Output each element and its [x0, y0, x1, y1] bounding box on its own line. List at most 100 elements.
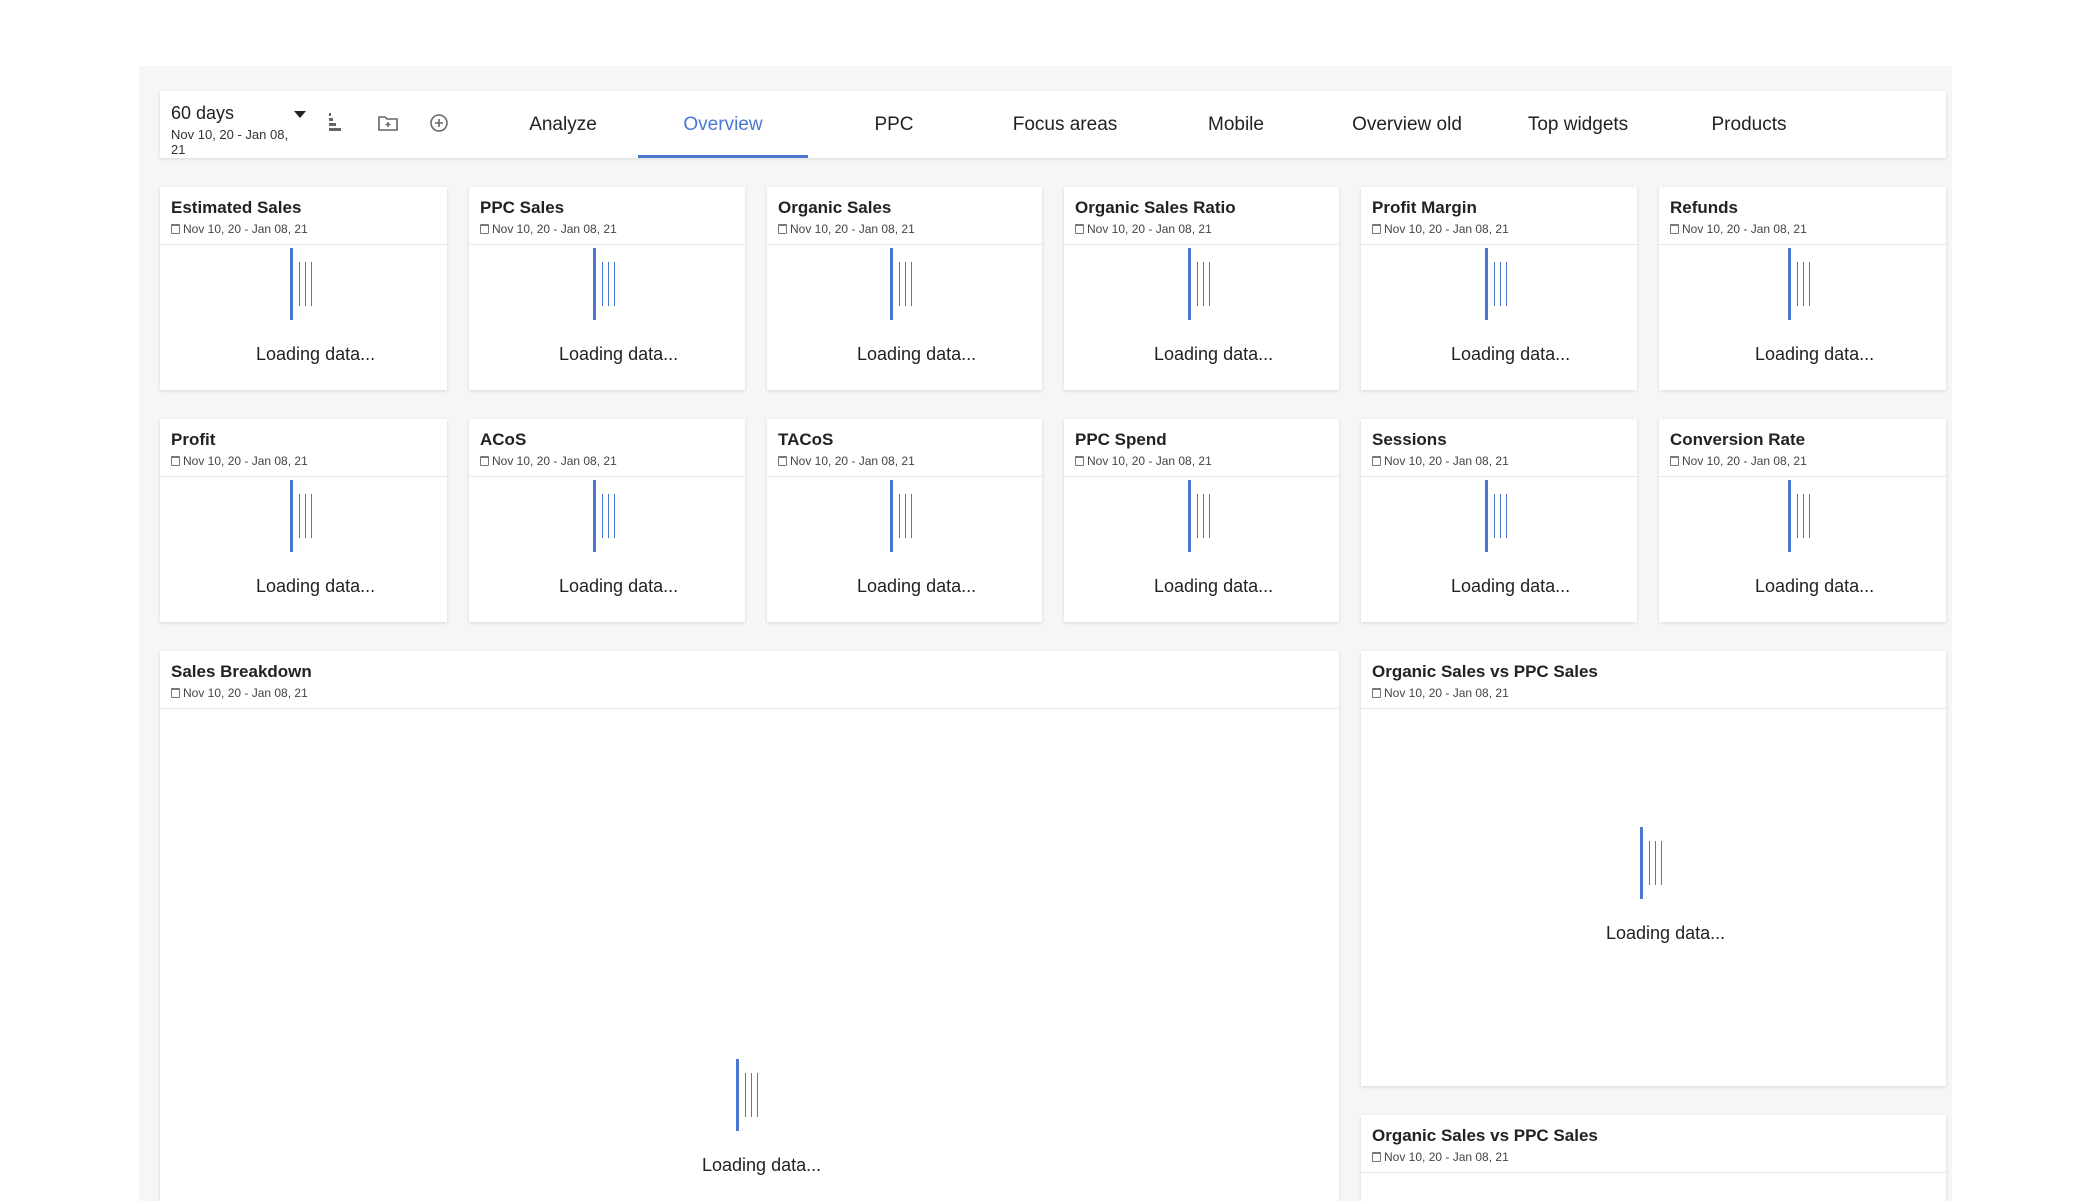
- calendar-icon: [480, 224, 489, 234]
- calendar-icon: [1372, 1152, 1381, 1162]
- widget-ppc-spend[interactable]: PPC Spend Nov 10, 20 - Jan 08, 21 Loadin…: [1064, 419, 1339, 622]
- widget-header: Sales Breakdown Nov 10, 20 - Jan 08, 21: [160, 651, 1339, 709]
- tab-top-widgets[interactable]: Top widgets: [1493, 91, 1663, 158]
- widget-refunds[interactable]: Refunds Nov 10, 20 - Jan 08, 21 Loading …: [1659, 187, 1946, 390]
- widget-estimated-sales[interactable]: Estimated Sales Nov 10, 20 - Jan 08, 21 …: [160, 187, 447, 390]
- loading-spinner-icon: [1788, 248, 1818, 320]
- widget-sales-breakdown[interactable]: Sales Breakdown Nov 10, 20 - Jan 08, 21 …: [160, 651, 1339, 1201]
- tab-analyze[interactable]: Analyze: [478, 91, 648, 158]
- calendar-icon: [778, 224, 787, 234]
- widget-title: TACoS: [778, 430, 834, 449]
- loading-text: Loading data...: [1154, 576, 1274, 596]
- widget-header: Organic Sales vs PPC Sales Nov 10, 20 - …: [1361, 651, 1946, 709]
- widget-date: Nov 10, 20 - Jan 08, 21: [1075, 222, 1212, 236]
- widget-title: Estimated Sales: [171, 198, 302, 217]
- loading-text: Loading data...: [1755, 576, 1875, 596]
- calendar-icon: [1670, 224, 1679, 234]
- loading-spinner-icon: [290, 248, 320, 320]
- loading-spinner-icon: [1485, 480, 1515, 552]
- calendar-icon: [1372, 224, 1381, 234]
- widget-date-text: Nov 10, 20 - Jan 08, 21: [183, 222, 308, 236]
- tab-mobile[interactable]: Mobile: [1151, 91, 1321, 158]
- widget-tacos[interactable]: TACoS Nov 10, 20 - Jan 08, 21 Loading da…: [767, 419, 1042, 622]
- tab-focus-areas[interactable]: Focus areas: [980, 91, 1150, 158]
- widget-date-text: Nov 10, 20 - Jan 08, 21: [183, 454, 308, 468]
- calendar-icon: [778, 456, 787, 466]
- dashboard-toolbar: 60 days Nov 10, 20 - Jan 08, 21 Analyze …: [160, 91, 1946, 158]
- add-folder-icon[interactable]: [376, 111, 400, 135]
- loading-spinner-icon: [736, 1059, 766, 1131]
- widget-profit-margin[interactable]: Profit Margin Nov 10, 20 - Jan 08, 21 Lo…: [1361, 187, 1637, 390]
- add-circle-icon[interactable]: [427, 111, 451, 135]
- widget-date: Nov 10, 20 - Jan 08, 21: [480, 222, 617, 236]
- widget-ppc-sales[interactable]: PPC Sales Nov 10, 20 - Jan 08, 21 Loadin…: [469, 187, 745, 390]
- widget-organic-vs-ppc-sales-2[interactable]: Organic Sales vs PPC Sales Nov 10, 20 - …: [1361, 1115, 1946, 1201]
- widget-conversion-rate[interactable]: Conversion Rate Nov 10, 20 - Jan 08, 21 …: [1659, 419, 1946, 622]
- widget-date-text: Nov 10, 20 - Jan 08, 21: [1384, 1150, 1509, 1164]
- widget-date-text: Nov 10, 20 - Jan 08, 21: [790, 454, 915, 468]
- widget-profit[interactable]: Profit Nov 10, 20 - Jan 08, 21 Loading d…: [160, 419, 447, 622]
- widget-title: Profit: [171, 430, 216, 449]
- widget-title: ACoS: [480, 430, 527, 449]
- widget-header: Estimated Sales Nov 10, 20 - Jan 08, 21: [160, 187, 447, 245]
- tab-overview[interactable]: Overview: [638, 91, 808, 158]
- chevron-down-icon[interactable]: [294, 111, 306, 118]
- calendar-icon: [480, 456, 489, 466]
- loading-text: Loading data...: [256, 576, 376, 596]
- loading-spinner-icon: [290, 480, 320, 552]
- period-range: Nov 10, 20 - Jan 08, 21: [171, 127, 289, 157]
- widget-date: Nov 10, 20 - Jan 08, 21: [1372, 686, 1509, 700]
- widget-sessions[interactable]: Sessions Nov 10, 20 - Jan 08, 21 Loading…: [1361, 419, 1637, 622]
- widget-date-text: Nov 10, 20 - Jan 08, 21: [1087, 222, 1212, 236]
- widget-header: Profit Nov 10, 20 - Jan 08, 21: [160, 419, 447, 477]
- widget-organic-sales-ratio[interactable]: Organic Sales Ratio Nov 10, 20 - Jan 08,…: [1064, 187, 1339, 390]
- widget-header: ACoS Nov 10, 20 - Jan 08, 21: [469, 419, 745, 477]
- widget-date-text: Nov 10, 20 - Jan 08, 21: [1682, 222, 1807, 236]
- loading-text: Loading data...: [1755, 344, 1875, 364]
- widget-organic-vs-ppc-sales[interactable]: Organic Sales vs PPC Sales Nov 10, 20 - …: [1361, 651, 1946, 1086]
- widget-date-text: Nov 10, 20 - Jan 08, 21: [492, 454, 617, 468]
- calendar-icon: [171, 224, 180, 234]
- period-selector[interactable]: 60 days Nov 10, 20 - Jan 08, 21: [171, 103, 306, 157]
- widget-header: TACoS Nov 10, 20 - Jan 08, 21: [767, 419, 1042, 477]
- widget-header: Conversion Rate Nov 10, 20 - Jan 08, 21: [1659, 419, 1946, 477]
- widget-header: Organic Sales vs PPC Sales Nov 10, 20 - …: [1361, 1115, 1946, 1173]
- widget-date-text: Nov 10, 20 - Jan 08, 21: [790, 222, 915, 236]
- calendar-icon: [1372, 688, 1381, 698]
- calendar-icon: [1075, 456, 1084, 466]
- widget-date: Nov 10, 20 - Jan 08, 21: [1670, 454, 1807, 468]
- calendar-icon: [171, 456, 180, 466]
- widget-title: Organic Sales vs PPC Sales: [1372, 1126, 1598, 1145]
- loading-spinner-icon: [593, 480, 623, 552]
- loading-text: Loading data...: [559, 344, 679, 364]
- widget-date: Nov 10, 20 - Jan 08, 21: [171, 454, 308, 468]
- widget-title: Refunds: [1670, 198, 1738, 217]
- widget-acos[interactable]: ACoS Nov 10, 20 - Jan 08, 21 Loading dat…: [469, 419, 745, 622]
- loading-text: Loading data...: [857, 344, 977, 364]
- tab-overview-old[interactable]: Overview old: [1322, 91, 1492, 158]
- widget-organic-sales[interactable]: Organic Sales Nov 10, 20 - Jan 08, 21 Lo…: [767, 187, 1042, 390]
- loading-spinner-icon: [890, 480, 920, 552]
- widget-date-text: Nov 10, 20 - Jan 08, 21: [1087, 454, 1212, 468]
- widget-date: Nov 10, 20 - Jan 08, 21: [171, 686, 308, 700]
- widget-date-text: Nov 10, 20 - Jan 08, 21: [183, 686, 308, 700]
- loading-spinner-icon: [1188, 480, 1218, 552]
- tab-products[interactable]: Products: [1664, 91, 1834, 158]
- loading-text: Loading data...: [1154, 344, 1274, 364]
- tab-ppc[interactable]: PPC: [809, 91, 979, 158]
- loading-text: Loading data...: [1606, 923, 1726, 943]
- loading-text: Loading data...: [1451, 344, 1571, 364]
- widget-date: Nov 10, 20 - Jan 08, 21: [480, 454, 617, 468]
- loading-spinner-icon: [890, 248, 920, 320]
- loading-spinner-icon: [1640, 827, 1670, 899]
- loading-text: Loading data...: [857, 576, 977, 596]
- loading-text: Loading data...: [702, 1155, 822, 1175]
- loading-spinner-icon: [1188, 248, 1218, 320]
- widget-header: Sessions Nov 10, 20 - Jan 08, 21: [1361, 419, 1637, 477]
- widget-title: Profit Margin: [1372, 198, 1477, 217]
- widget-title: Sales Breakdown: [171, 662, 312, 681]
- period-label: 60 days: [171, 103, 235, 123]
- widget-title: Sessions: [1372, 430, 1447, 449]
- widget-date: Nov 10, 20 - Jan 08, 21: [1075, 454, 1212, 468]
- sort-bars-icon[interactable]: [324, 111, 348, 135]
